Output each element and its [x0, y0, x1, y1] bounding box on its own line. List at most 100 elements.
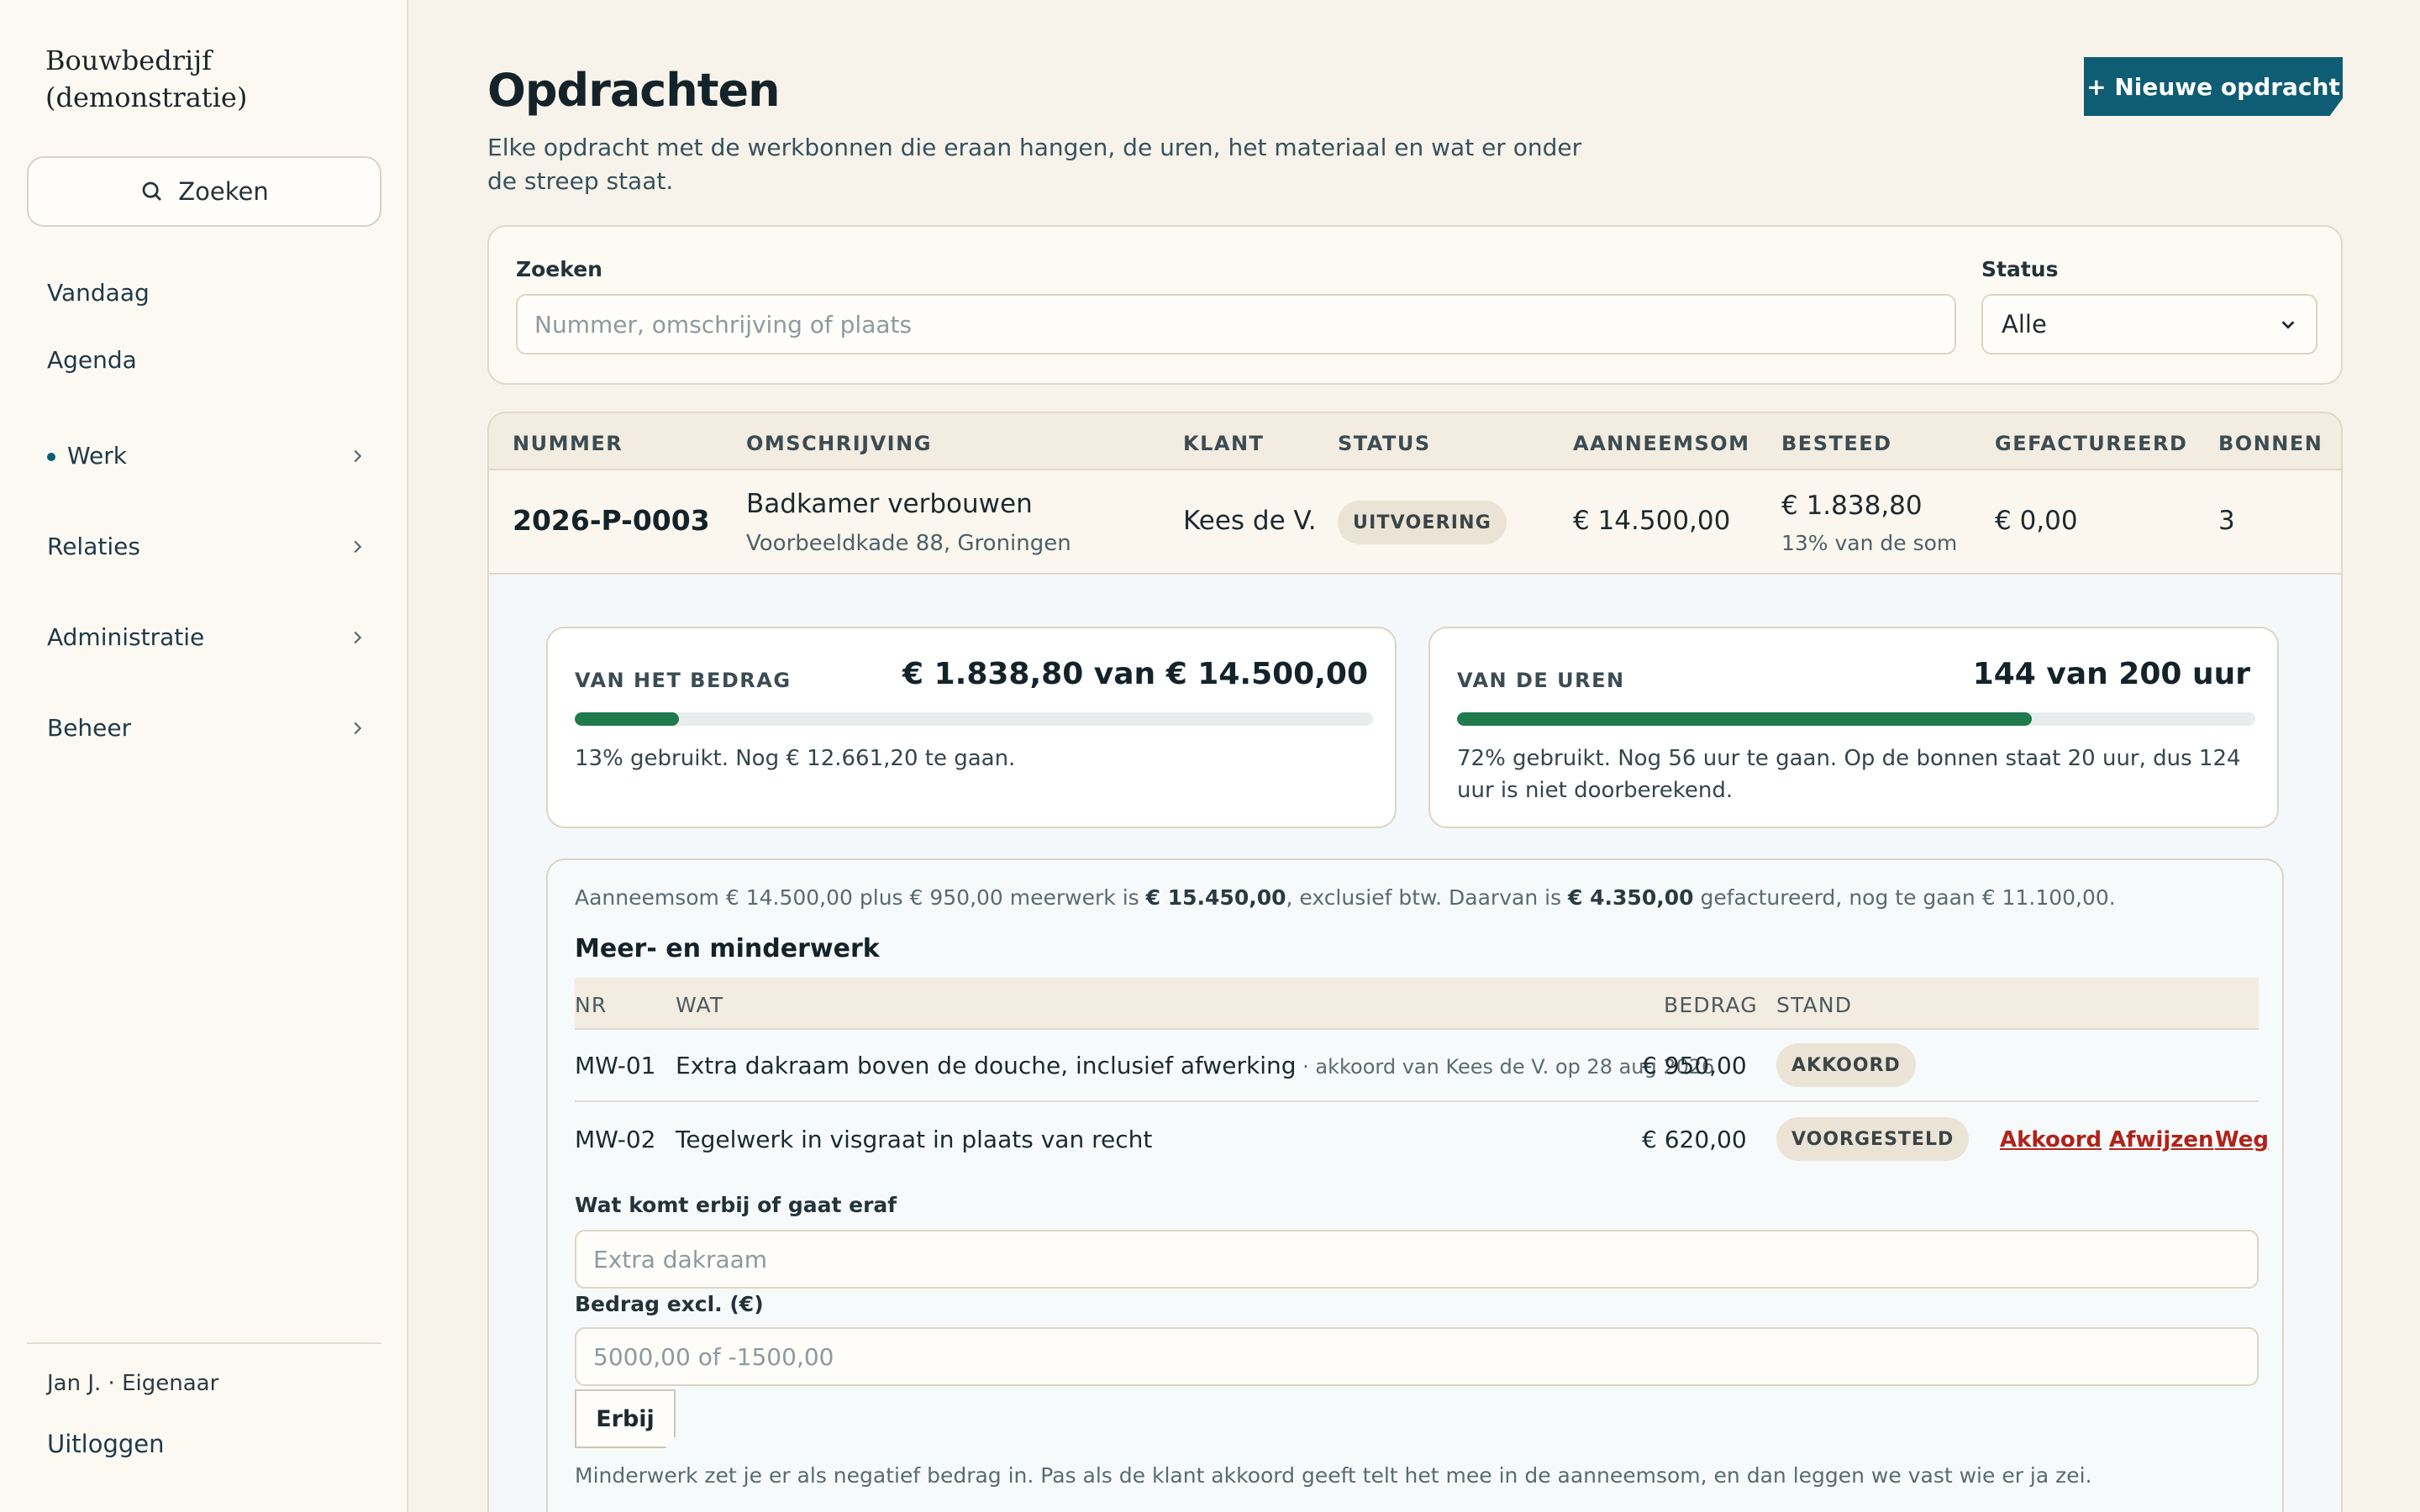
sidebar-item-label: Administratie	[47, 623, 205, 651]
current-user: Jan J. · Eigenaar	[47, 1371, 219, 1396]
remove-link[interactable]: Weg	[2215, 1127, 2269, 1152]
search-input[interactable]	[516, 294, 1956, 354]
assignment-spent: € 1.838,80	[1781, 491, 1923, 521]
extra-work-description: Extra dakraam boven de douche, inclusief…	[676, 1052, 1714, 1079]
accept-link[interactable]: Akkoord	[2000, 1127, 2102, 1152]
assignment-spent-percentage: 13% van de som	[1781, 531, 1958, 555]
extra-work-nr: MW-01	[575, 1052, 656, 1079]
sidebar-item-relaties[interactable]: Relaties	[47, 533, 366, 560]
budget-amount-card: VAN HET BEDRAG € 1.838,80 van € 14.500,0…	[546, 627, 1397, 828]
summary-text: , exclusief btw. Daarvan is	[1286, 885, 1569, 910]
new-assignment-button[interactable]: + Nieuwe opdracht	[2084, 57, 2343, 116]
amount-label: Bedrag excl. (€)	[575, 1292, 764, 1316]
status-badge: VOORGESTELD	[1776, 1117, 1970, 1161]
summary-invoiced: € 4.350,00	[1568, 885, 1694, 910]
search-label: Zoeken	[516, 257, 602, 281]
main-content: Opdrachten Elke opdracht met de werkbonn…	[410, 0, 2420, 1512]
budget-hours-card: VAN DE UREN 144 van 200 uur 72% gebruikt…	[1428, 627, 2279, 828]
budget-hours-value: 144 van 200 uur	[1972, 657, 2250, 691]
sidebar-item-vandaag[interactable]: Vandaag	[47, 279, 366, 307]
budget-amount-text: 13% gebruikt. Nog € 12.661,20 te gaan.	[575, 746, 1016, 771]
summary-text: gefactureerd, nog te gaan € 11.100,00.	[1693, 885, 2116, 910]
chevron-down-icon	[2281, 321, 2295, 329]
assignment-contract-sum: € 14.500,00	[1573, 506, 1731, 536]
what-input[interactable]	[575, 1230, 2259, 1289]
budget-hours-progress-track	[1457, 712, 2255, 726]
col-header-aanneemsom: AANNEEMSOM	[1573, 432, 1750, 455]
status-badge: UITVOERING	[1338, 501, 1507, 544]
extra-work-help-text: Minderwerk zet je er als negatief bedrag…	[575, 1463, 2092, 1488]
budget-hours-progress-fill	[1457, 712, 2032, 726]
table-row: MW-01 Extra dakraam boven de douche, inc…	[575, 1030, 2259, 1102]
sidebar-item-label: Relaties	[47, 533, 140, 560]
sidebar-item-label: Agenda	[47, 346, 137, 374]
sidebar-item-label: Vandaag	[47, 279, 150, 307]
what-label: Wat komt erbij of gaat eraf	[575, 1193, 897, 1217]
assignment-client: Kees de V.	[1183, 506, 1317, 536]
brand-name: Bouwbedrijf (demonstratie)	[45, 45, 248, 113]
budget-amount-progress-fill	[575, 712, 679, 726]
budget-amount-progress-track	[575, 712, 1373, 726]
col-header-nr: NR	[575, 993, 608, 1017]
status-select[interactable]: Alle	[1981, 294, 2317, 354]
sidebar-item-agenda[interactable]: Agenda	[47, 346, 366, 374]
budget-hours-label: VAN DE UREN	[1457, 669, 1625, 692]
extra-work-summary: Aanneemsom € 14.500,00 plus € 950,00 mee…	[575, 885, 2116, 910]
sidebar-item-beheer[interactable]: Beheer	[47, 714, 366, 742]
col-header-stand: STAND	[1776, 993, 1853, 1017]
budget-hours-text: 72% gebruikt. Nog 56 uur te gaan. Op de …	[1457, 746, 2241, 803]
sidebar-item-werk[interactable]: Werk	[47, 442, 366, 470]
page-subtitle: Elke opdracht met de werkbonnen die eraa…	[487, 134, 1582, 195]
col-header-bonnen: BONNEN	[2218, 432, 2323, 455]
amount-input[interactable]	[575, 1327, 2259, 1386]
extra-work-what: Tegelwerk in visgraat in plaats van rech…	[676, 1126, 1153, 1153]
assignment-description: Badkamer verbouwen	[746, 489, 1033, 519]
sidebar-item-administratie[interactable]: Administratie	[47, 623, 366, 651]
table-row[interactable]: 2026-P-0003 Badkamer verbouwen Voorbeeld…	[489, 470, 2341, 575]
search-icon	[142, 181, 162, 201]
sidebar-item-label: Beheer	[47, 714, 132, 742]
chevron-right-icon	[354, 722, 362, 734]
extra-work-what: Extra dakraam boven de douche, inclusief…	[676, 1052, 1297, 1079]
col-header-besteed: BESTEED	[1781, 432, 1892, 455]
assignment-address: Voorbeeldkade 88, Groningen	[746, 531, 1071, 556]
page-title: Opdrachten	[487, 64, 781, 117]
col-header-bedrag: BEDRAG	[1664, 993, 1758, 1017]
col-header-nummer: NUMMER	[513, 432, 623, 455]
col-header-omschrijving: OMSCHRIJVING	[746, 432, 932, 455]
col-header-gefactureerd: GEFACTUREERD	[1995, 432, 2188, 455]
search-button-label: Zoeken	[178, 177, 269, 206]
col-header-status: STATUS	[1338, 432, 1431, 455]
add-extra-work-button[interactable]: Erbij	[575, 1389, 676, 1448]
logout-link[interactable]: Uitloggen	[47, 1430, 165, 1458]
sidebar-item-label: Werk	[67, 442, 127, 470]
col-header-wat: WAT	[676, 993, 724, 1017]
assignment-number: 2026-P-0003	[513, 504, 710, 537]
budget-amount-value: € 1.838,80 van € 14.500,00	[902, 657, 1368, 691]
sidebar: Bouwbedrijf (demonstratie) Zoeken Vandaa…	[0, 0, 408, 1512]
active-dot-icon	[47, 453, 55, 461]
filter-panel: Zoeken Status Alle	[487, 225, 2343, 385]
reject-link[interactable]: Afwijzen	[2109, 1127, 2214, 1152]
chevron-right-icon	[354, 631, 362, 643]
summary-total: € 15.450,00	[1145, 885, 1286, 910]
status-label: Status	[1981, 257, 2059, 281]
assignments-table: NUMMER OMSCHRIJVING KLANT STATUS AANNEEM…	[487, 412, 2343, 1512]
extra-work-amount: € 620,00	[1642, 1126, 1747, 1153]
status-badge: AKKOORD	[1776, 1043, 1916, 1087]
status-select-value: Alle	[2002, 310, 2047, 339]
chevron-right-icon	[354, 449, 362, 462]
extra-work-panel: Aanneemsom € 14.500,00 plus € 950,00 mee…	[546, 858, 2284, 1512]
table-row: MW-02 Tegelwerk in visgraat in plaats va…	[575, 1104, 2269, 1176]
extra-work-title: Meer- en minderwerk	[575, 934, 880, 963]
summary-text: Aanneemsom € 14.500,00 plus € 950,00 mee…	[575, 885, 1146, 910]
chevron-right-icon	[354, 540, 362, 553]
table-header: NUMMER OMSCHRIJVING KLANT STATUS AANNEEM…	[489, 413, 2341, 470]
extra-work-table-header: NR WAT BEDRAG STAND	[575, 978, 2259, 1030]
extra-work-amount: € 950,00	[1642, 1052, 1747, 1079]
assignment-invoiced: € 0,00	[1995, 506, 2078, 536]
search-button[interactable]: Zoeken	[27, 156, 381, 227]
budget-amount-label: VAN HET BEDRAG	[575, 669, 792, 692]
col-header-klant: KLANT	[1183, 432, 1265, 455]
assignment-vouchers-count: 3	[2218, 506, 2235, 536]
